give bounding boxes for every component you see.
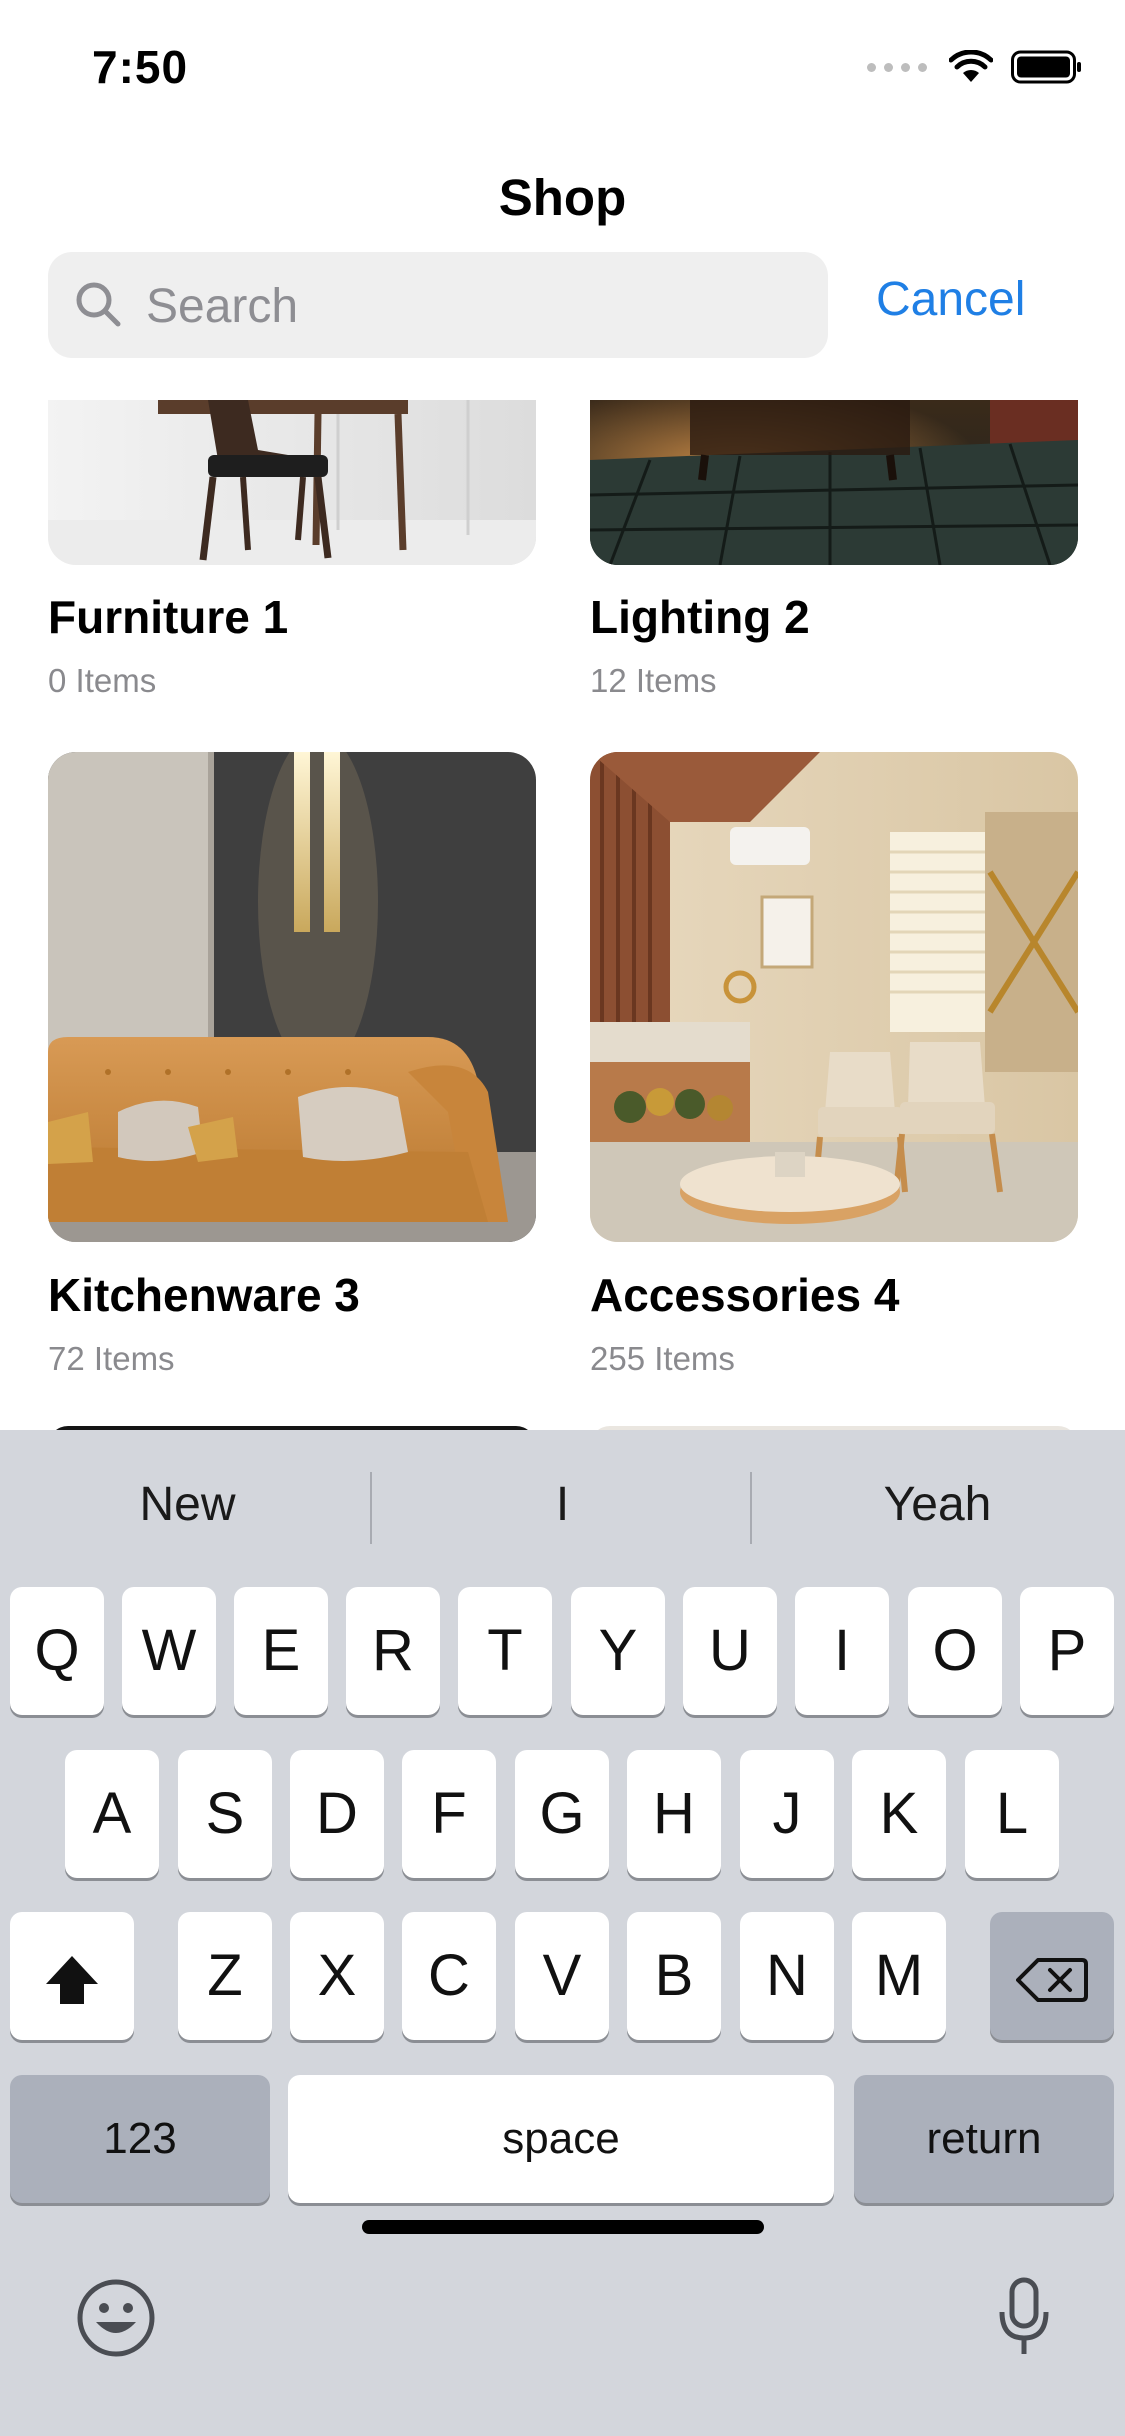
cellular-signal-icon xyxy=(867,62,927,72)
shift-icon xyxy=(46,1955,98,2004)
key-h[interactable]: H xyxy=(627,1750,721,1878)
suggestion-1[interactable]: New xyxy=(0,1430,375,1580)
key-x[interactable]: X xyxy=(290,1912,384,2040)
collection-card-accessories[interactable]: Accessories 4 255 Items xyxy=(590,752,1078,1392)
key-y[interactable]: Y xyxy=(571,1587,665,1715)
cancel-button[interactable]: Cancel xyxy=(876,272,1025,327)
key-q[interactable]: Q xyxy=(10,1587,104,1715)
key-g[interactable]: G xyxy=(515,1750,609,1878)
collection-image-lighting xyxy=(590,400,1078,565)
emoji-icon[interactable] xyxy=(76,2278,156,2358)
collection-image-accessories xyxy=(590,752,1078,1242)
battery-icon xyxy=(1011,50,1081,84)
key-a[interactable]: A xyxy=(65,1750,159,1878)
key-i[interactable]: I xyxy=(795,1587,889,1715)
collections-grid[interactable]: Furniture 1 0 Items Lighting 2 12 Items … xyxy=(0,400,1125,1430)
suggestion-3[interactable]: Yeah xyxy=(750,1430,1125,1580)
collection-card-lighting[interactable]: Lighting 2 12 Items xyxy=(590,400,1078,710)
search-icon xyxy=(76,282,121,327)
search-input[interactable] xyxy=(144,252,808,360)
collection-item-count: 0 Items xyxy=(48,662,157,699)
collection-title: Accessories 4 xyxy=(590,1269,900,1321)
collection-item-count: 72 Items xyxy=(48,1340,175,1377)
key-c[interactable]: C xyxy=(402,1912,496,2040)
collection-item-count: 12 Items xyxy=(590,662,717,699)
microphone-icon[interactable] xyxy=(994,2276,1054,2360)
shift-key[interactable] xyxy=(10,1912,134,2040)
collection-title: Lighting 2 xyxy=(590,591,810,643)
delete-key[interactable] xyxy=(990,1912,1114,2040)
key-k[interactable]: K xyxy=(852,1750,946,1878)
key-v[interactable]: V xyxy=(515,1912,609,2040)
backspace-icon xyxy=(1016,1957,1088,2002)
collection-item-count: 255 Items xyxy=(590,1340,735,1377)
suggestion-2[interactable]: I xyxy=(375,1430,750,1580)
key-b[interactable]: B xyxy=(627,1912,721,2040)
collection-image-furniture xyxy=(48,400,536,565)
key-r[interactable]: R xyxy=(346,1587,440,1715)
key-j[interactable]: J xyxy=(740,1750,834,1878)
space-key[interactable]: space xyxy=(288,2075,834,2203)
key-e[interactable]: E xyxy=(234,1587,328,1715)
status-time: 7:50 xyxy=(92,41,189,93)
search-bar[interactable] xyxy=(48,252,828,360)
key-n[interactable]: N xyxy=(740,1912,834,2040)
suggestion-bar: New I Yeah xyxy=(0,1430,1125,1580)
key-t[interactable]: T xyxy=(458,1587,552,1715)
key-s[interactable]: S xyxy=(178,1750,272,1878)
key-l[interactable]: L xyxy=(965,1750,1059,1878)
wifi-icon xyxy=(949,50,993,82)
home-indicator xyxy=(362,2220,764,2234)
return-key[interactable]: return xyxy=(854,2075,1114,2203)
key-d[interactable]: D xyxy=(290,1750,384,1878)
status-icons xyxy=(867,50,1083,84)
key-u[interactable]: U xyxy=(683,1587,777,1715)
numbers-key[interactable]: 123 xyxy=(10,2075,270,2203)
collection-card-kitchenware[interactable]: Kitchenware 3 72 Items xyxy=(48,752,536,1392)
collection-title: Kitchenware 3 xyxy=(48,1269,360,1321)
key-z[interactable]: Z xyxy=(178,1912,272,2040)
collection-card-furniture[interactable]: Furniture 1 0 Items xyxy=(48,400,536,710)
keyboard[interactable]: New I Yeah Q W E R T Y U I O P A S D F G… xyxy=(0,1430,1125,2436)
key-m[interactable]: M xyxy=(852,1912,946,2040)
collection-title: Furniture 1 xyxy=(48,591,289,643)
status-bar: 7:50 xyxy=(0,0,1125,132)
key-o[interactable]: O xyxy=(908,1587,1002,1715)
collection-image-kitchenware xyxy=(48,752,536,1242)
suggestion-divider xyxy=(370,1472,372,1544)
page-title: Shop xyxy=(498,169,627,226)
key-w[interactable]: W xyxy=(122,1587,216,1715)
key-f[interactable]: F xyxy=(402,1750,496,1878)
key-p[interactable]: P xyxy=(1020,1587,1114,1715)
